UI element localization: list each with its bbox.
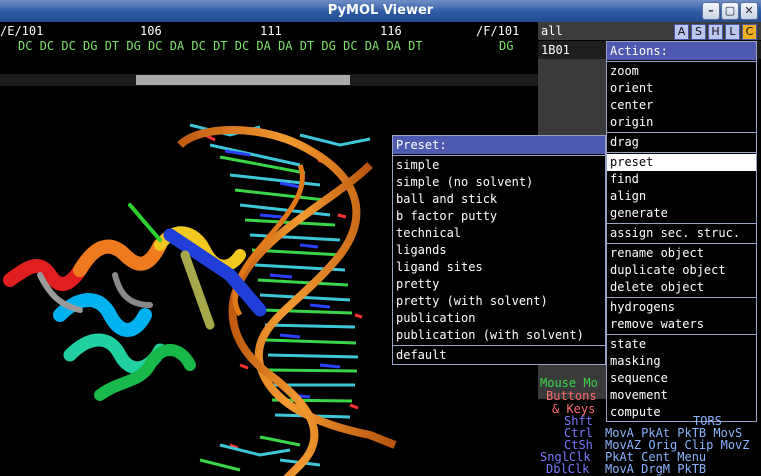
menu-item-drag[interactable]: drag <box>607 134 756 151</box>
menu-item-delete-object[interactable]: delete object <box>607 279 756 296</box>
close-button[interactable]: ✕ <box>740 2 758 20</box>
preset-item-pretty-with-solvent[interactable]: pretty (with solvent) <box>393 293 605 310</box>
preset-item-simple[interactable]: simple <box>393 157 605 174</box>
object-all-label[interactable]: all <box>541 24 563 38</box>
mouse-mode-label[interactable]: Mouse Mo <box>540 376 598 390</box>
menu-item-orient[interactable]: orient <box>607 80 756 97</box>
title-bar: PyMOL Viewer – ▢ ✕ <box>0 0 761 22</box>
actions-menu-title: Actions: <box>607 42 756 60</box>
maximize-button[interactable]: ▢ <box>721 2 739 20</box>
preset-item-ligands[interactable]: ligands <box>393 242 605 259</box>
all-show-button[interactable]: S <box>691 24 706 40</box>
all-action-button[interactable]: A <box>674 24 689 40</box>
menu-item-origin[interactable]: origin <box>607 114 756 131</box>
seq-index-start: /E/101 <box>0 24 44 38</box>
all-hide-button[interactable]: H <box>708 24 723 40</box>
preset-item-ligand-sites[interactable]: ligand sites <box>393 259 605 276</box>
menu-item-align[interactable]: align <box>607 188 756 205</box>
preset-menu: Preset: simple simple (no solvent) ball … <box>392 135 606 365</box>
sequence-last-residue[interactable]: DG <box>499 39 513 53</box>
preset-item-b-factor-putty[interactable]: b factor putty <box>393 208 605 225</box>
preset-item-simple-no-solvent[interactable]: simple (no solvent) <box>393 174 605 191</box>
preset-item-publication[interactable]: publication <box>393 310 605 327</box>
menu-item-assign-sec-struc[interactable]: assign sec. struc. <box>607 225 756 242</box>
seq-index-106: 106 <box>140 24 162 38</box>
menu-item-masking[interactable]: masking <box>607 353 756 370</box>
object-list-header[interactable]: all A S H L C <box>538 22 761 40</box>
seq-index-end: /F/101 <box>476 24 520 38</box>
menu-item-duplicate-object[interactable]: duplicate object <box>607 262 756 279</box>
preset-item-pretty[interactable]: pretty <box>393 276 605 293</box>
preset-item-ball-and-stick[interactable]: ball and stick <box>393 191 605 208</box>
mouse-buttons-label: Buttons <box>546 389 597 403</box>
menu-item-preset[interactable]: preset <box>607 154 756 171</box>
menu-item-hydrogens[interactable]: hydrogens <box>607 299 756 316</box>
sequence-viewer[interactable]: /E/101 106 111 116 /F/101 DC DC DC DG DT… <box>0 22 538 86</box>
preset-item-technical[interactable]: technical <box>393 225 605 242</box>
menu-item-find[interactable]: find <box>607 171 756 188</box>
menu-item-remove-waters[interactable]: remove waters <box>607 316 756 333</box>
minimize-button[interactable]: – <box>702 2 720 20</box>
preset-item-default[interactable]: default <box>393 347 605 364</box>
all-label-button[interactable]: L <box>725 24 740 40</box>
dna-backbone-1 <box>177 126 397 449</box>
all-color-button[interactable]: C <box>742 24 757 40</box>
dblclk-bindings: MovA DrgM PkTB <box>605 462 707 476</box>
preset-menu-title: Preset: <box>393 136 605 154</box>
dblclk-label: DblClk <box>546 462 590 476</box>
actions-menu: Actions: zoom orient center origin drag … <box>606 41 757 422</box>
preset-item-publication-with-solvent[interactable]: publication (with solvent) <box>393 327 605 344</box>
menu-item-generate[interactable]: generate <box>607 205 756 222</box>
menu-item-state[interactable]: state <box>607 336 756 353</box>
sequence-residues[interactable]: DC DC DC DG DT DG DC DA DC DT DC DA DA D… <box>18 39 423 53</box>
menu-item-center[interactable]: center <box>607 97 756 114</box>
menu-item-zoom[interactable]: zoom <box>607 63 756 80</box>
seq-index-116: 116 <box>380 24 402 38</box>
seq-index-111: 111 <box>260 24 282 38</box>
protein-cartoon <box>3 203 267 401</box>
object-name[interactable]: 1B01 <box>541 43 570 57</box>
menu-item-rename-object[interactable]: rename object <box>607 245 756 262</box>
mouse-mode-panel[interactable]: Mouse Mo Buttons & Keys Shft TORS Ctrl M… <box>538 376 761 476</box>
window-title: PyMOL Viewer <box>327 3 434 18</box>
